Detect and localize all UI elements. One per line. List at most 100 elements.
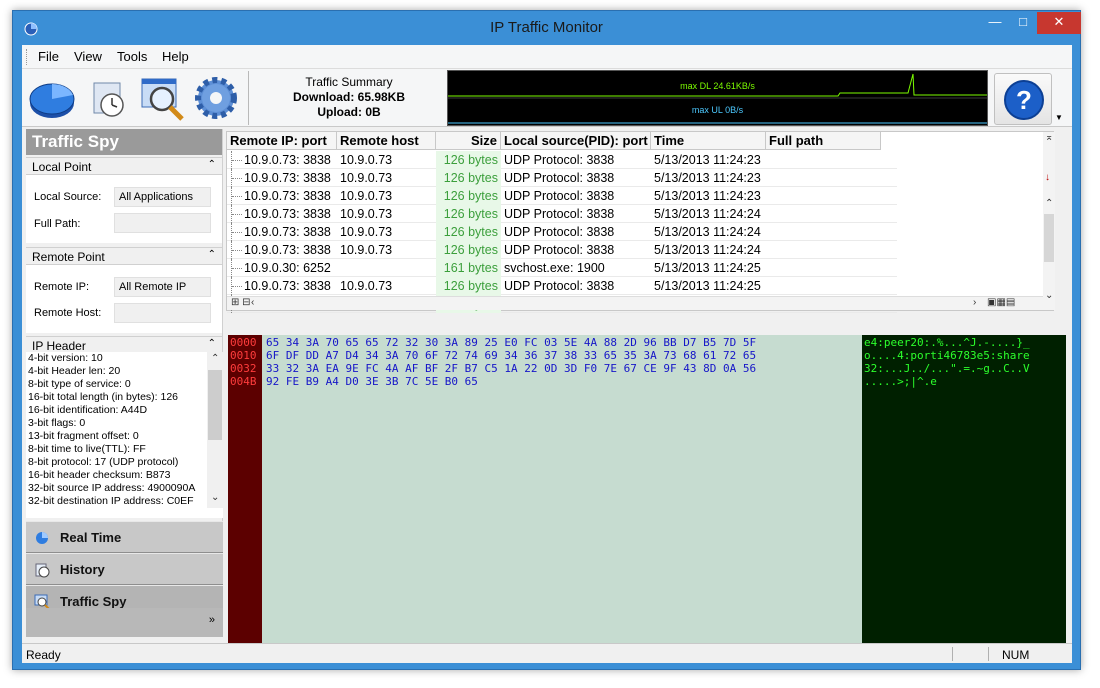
col-remote-ip[interactable]: Remote IP: port <box>227 132 337 150</box>
cell-full-path <box>766 241 881 259</box>
status-separator <box>952 647 953 661</box>
collapse-icon[interactable]: ⌃ <box>208 338 216 349</box>
minimize-button[interactable]: — <box>981 12 1009 34</box>
col-full-path[interactable]: Full path <box>766 132 881 150</box>
menu-grip <box>26 49 29 65</box>
cell-size: 126 bytes <box>436 277 501 295</box>
gear-icon[interactable] <box>190 73 242 123</box>
cell-full-path <box>766 187 881 205</box>
scroll-down-icon[interactable]: ⌄ <box>1045 290 1053 301</box>
table-row[interactable]: 10.9.0.73: 3838 10.9.0.73 126 bytesUDP Pro… <box>227 151 897 169</box>
magnifier-icon[interactable] <box>136 73 188 123</box>
scroll-thumb[interactable] <box>1044 214 1054 262</box>
cell-remote-host: 10.9.0.73 <box>340 225 393 239</box>
sidebar: Traffic Spy Local Point ⌃ Local Source: … <box>26 129 223 637</box>
scroll-down-icon[interactable]: ⌄ <box>211 492 219 503</box>
ascii-line: e4:peer20:.%...^J.-....}_ <box>864 336 1030 349</box>
collapse-icon[interactable]: ⌃ <box>208 159 216 170</box>
ip-header-line: 4-bit Header len: 20 <box>28 365 121 377</box>
hex-ascii[interactable]: e4:peer20:.%...^J.-....}_ o....4:porti46… <box>862 335 1066 646</box>
table-vscrollbar[interactable]: ⌅ ↓ ⌃ ⌄ <box>1043 132 1055 310</box>
menu-tools[interactable]: Tools <box>117 49 147 64</box>
pie-chart-icon[interactable] <box>26 73 78 123</box>
ip-header-line: 3-bit flags: 0 <box>28 417 86 429</box>
scroll-left-icon[interactable]: ‹ <box>251 297 254 308</box>
table-hscrollbar[interactable]: ⊞ ⊟ ‹ › ▣▦▤ <box>227 296 1043 310</box>
table-row[interactable]: 10.9.0.73: 3838 10.9.0.73 126 bytesUDP Pro… <box>227 241 897 259</box>
remote-ip-field[interactable]: All Remote IP <box>114 277 211 297</box>
scroll-bookmark-icon[interactable]: ↓ <box>1045 172 1050 183</box>
cell-full-path <box>766 259 881 277</box>
table-row[interactable]: 10.9.0.73: 3838 10.9.0.73 126 bytesUDP Pro… <box>227 277 897 295</box>
status-separator <box>988 647 989 661</box>
table-row[interactable]: 10.9.0.73: 3838 10.9.0.73 126 bytesUDP Pro… <box>227 187 897 205</box>
help-button[interactable]: ? <box>994 73 1052 125</box>
hex-offset: 004B <box>230 375 257 388</box>
traffic-graph: max DL 24.61KB/s max UL 0B/s <box>447 70 988 126</box>
ascii-line: o....4:porti46783e5:share <box>864 349 1030 362</box>
nav-more[interactable]: » <box>26 608 223 637</box>
cell-local-source: UDP Protocol: 3838 <box>504 207 615 221</box>
ip-header-scrollbar[interactable]: ⌃ ⌄ <box>207 352 223 508</box>
expand-icon[interactable]: ⊞ ⊟ <box>231 297 251 308</box>
menu-file[interactable]: File <box>38 49 59 64</box>
col-size[interactable]: Size <box>436 132 501 150</box>
scroll-up-icon[interactable]: ⌃ <box>1045 198 1053 209</box>
title-bar[interactable]: IP Traffic Monitor — □ ✕ <box>13 11 1081 45</box>
hex-line: 6F DF DD A7 D4 34 3A 70 6F 72 74 69 34 3… <box>266 349 757 362</box>
cell-time: 5/13/2013 11:24:23 <box>654 189 761 203</box>
cell-local-source: UDP Protocol: 3838 <box>504 279 615 293</box>
hex-bytes[interactable]: 65 34 3A 70 65 65 72 32 30 3A 89 25 E0 F… <box>262 335 862 646</box>
cell-local-source: svchost.exe: 1900 <box>504 261 605 275</box>
table-row[interactable]: 10.9.0.73: 3838 10.9.0.73 126 bytesUDP Pro… <box>227 169 897 187</box>
table-row[interactable]: 10.9.0.73: 3838 10.9.0.73 126 bytesUDP Pro… <box>227 205 897 223</box>
collapse-icon[interactable]: ⌃ <box>208 249 216 260</box>
cell-full-path <box>766 205 881 223</box>
view-toggle-icon[interactable]: ▣▦▤ <box>987 297 1015 308</box>
local-source-field[interactable]: All Applications <box>114 187 211 207</box>
clock-icon[interactable] <box>82 73 134 123</box>
cell-remote-host: 10.9.0.73 <box>340 279 393 293</box>
menu-view[interactable]: View <box>74 49 102 64</box>
cell-remote-ip: 10.9.0.73: 3838 <box>244 279 331 293</box>
cell-local-source: UDP Protocol: 3838 <box>504 189 615 203</box>
ip-header-line: 4-bit version: 10 <box>28 352 103 364</box>
cell-local-source: UDP Protocol: 3838 <box>504 171 615 185</box>
nav-real-time[interactable]: Real Time <box>26 521 223 553</box>
clock-icon <box>35 563 50 578</box>
col-remote-host[interactable]: Remote host <box>337 132 436 150</box>
scroll-thumb[interactable] <box>208 370 222 440</box>
cell-full-path <box>766 151 881 169</box>
cell-remote-ip: 10.9.0.73: 3838 <box>244 153 331 167</box>
col-local-source[interactable]: Local source(PID): port <box>501 132 651 150</box>
scroll-top-icon[interactable]: ⌅ <box>1045 132 1053 143</box>
chevron-down-icon[interactable]: » <box>209 614 215 626</box>
col-time[interactable]: Time <box>651 132 766 150</box>
nav-history[interactable]: History <box>26 553 223 585</box>
scroll-up-icon[interactable]: ⌃ <box>211 353 219 364</box>
local-point-header[interactable]: Local Point ⌃ <box>26 157 222 175</box>
scroll-right-icon[interactable]: › <box>973 297 976 308</box>
toolbar-overflow-arrow[interactable]: ▼ <box>1055 113 1063 122</box>
table-row[interactable]: 10.9.0.73: 3838 10.9.0.73 126 bytesUDP Pro… <box>227 223 897 241</box>
ip-header-line: 16-bit header checksum: B873 <box>28 469 171 481</box>
table-row[interactable]: 10.9.0.30: 6252 161 bytes svchost.exe: 190… <box>227 259 897 277</box>
full-path-field[interactable] <box>114 213 211 233</box>
remote-point-label: Remote Point <box>32 250 105 264</box>
local-source-label: Local Source: <box>34 191 102 203</box>
cell-size: 126 bytes <box>436 169 501 187</box>
close-button[interactable]: ✕ <box>1037 12 1081 34</box>
local-point-panel: Local Source: All Applications Full Path… <box>26 175 222 243</box>
help-icon: ? <box>1004 80 1044 120</box>
cell-time: 5/13/2013 11:24:23 <box>654 153 761 167</box>
remote-host-field[interactable] <box>114 303 211 323</box>
ip-header-line: 8-bit time to live(TTL): FF <box>28 443 146 455</box>
maximize-button[interactable]: □ <box>1009 12 1037 34</box>
menu-help[interactable]: Help <box>162 49 189 64</box>
ip-header-line: 13-bit fragment offset: 0 <box>28 430 139 442</box>
remote-point-header[interactable]: Remote Point ⌃ <box>26 247 222 265</box>
ip-header-label: IP Header <box>32 339 86 353</box>
ip-header-panel: 4-bit version: 10 4-bit Header len: 20 8… <box>26 352 223 518</box>
cell-size: 126 bytes <box>436 223 501 241</box>
cell-time: 5/13/2013 11:24:24 <box>654 225 761 239</box>
